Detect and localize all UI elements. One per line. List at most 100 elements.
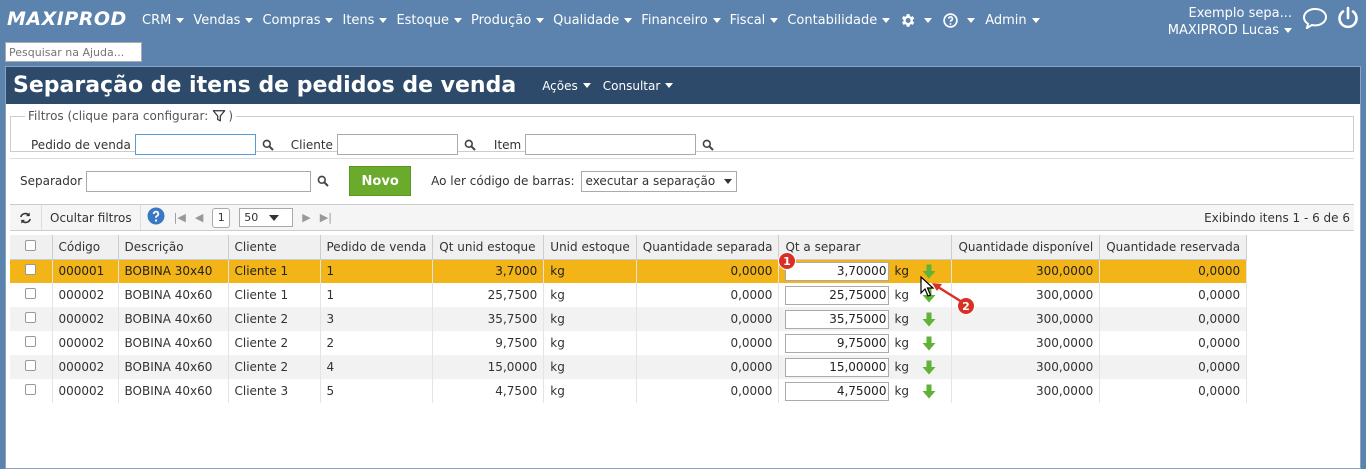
qt-a-separar-input[interactable] <box>785 333 890 353</box>
menu-label: CRM <box>142 13 172 28</box>
page-number[interactable]: 1 <box>212 207 231 228</box>
power-icon[interactable] <box>1336 6 1360 30</box>
col-descricao[interactable]: Descrição <box>118 235 229 260</box>
row-select-cell[interactable] <box>10 355 53 379</box>
col-qt-disponivel[interactable]: Quantidade disponível <box>951 235 1101 260</box>
row-checkbox[interactable] <box>25 312 37 323</box>
menu-qualidade[interactable]: Qualidade <box>553 13 633 28</box>
menu-contabilidade[interactable]: Contabilidade <box>787 13 891 28</box>
table-row[interactable]: 000001 BOBINA 30x40 Cliente 1 1 3,7000 kg 0,00… <box>10 259 1248 283</box>
col-codigo[interactable]: Código <box>52 235 119 260</box>
table-row[interactable]: 000002 BOBINA 40x60 Cliente 2 3 35,7500 kg 0,0… <box>10 307 1248 331</box>
filter-icon[interactable] <box>212 109 226 123</box>
menu-label: Estoque <box>396 13 449 28</box>
row-select-cell[interactable] <box>10 283 53 307</box>
last-page-icon[interactable]: ▶| <box>320 211 332 224</box>
next-page-icon[interactable]: ▶ <box>302 211 310 224</box>
novo-button[interactable]: Novo <box>349 166 412 196</box>
row-checkbox[interactable] <box>25 384 37 395</box>
menu-admin[interactable]: Admin <box>985 13 1040 28</box>
pedido-input[interactable] <box>134 134 256 155</box>
qt-a-separar-input[interactable] <box>785 357 890 377</box>
menu-estoque[interactable]: Estoque <box>396 13 462 28</box>
separate-arrow-icon[interactable] <box>922 360 936 375</box>
row-select-cell[interactable] <box>10 307 53 331</box>
cell-pedido: 5 <box>320 379 434 403</box>
separador-input[interactable] <box>86 170 312 192</box>
separate-arrow-icon[interactable] <box>922 312 936 327</box>
cell-qt-disponivel: 300,0000 <box>951 307 1101 331</box>
row-checkbox[interactable] <box>25 288 37 299</box>
menu-financeiro[interactable]: Financeiro <box>641 13 721 28</box>
table-row[interactable]: 000002 BOBINA 40x60 Cliente 1 1 25,7500 kg 0,0… <box>10 283 1248 307</box>
cell-qt-reservada: 0,0000 <box>1099 283 1248 307</box>
row-select-cell[interactable] <box>10 259 53 283</box>
brand-logo[interactable]: MAXIPROD <box>7 8 127 30</box>
help-icon[interactable] <box>147 207 165 228</box>
cliente-input[interactable] <box>336 134 458 155</box>
prev-page-icon[interactable]: ◀ <box>195 211 203 224</box>
menu-producao[interactable]: Produção <box>471 13 545 28</box>
row-checkbox[interactable] <box>25 360 37 371</box>
col-pedido[interactable]: Pedido de venda <box>320 235 434 260</box>
items-table: Código Descrição Cliente Pedido de venda… <box>10 235 1248 403</box>
filters-legend[interactable]: Filtros (clique para configurar: ) <box>25 109 236 123</box>
cell-codigo: 000002 <box>52 355 119 379</box>
menu-vendas[interactable]: Vendas <box>193 13 254 28</box>
separate-arrow-icon[interactable] <box>922 384 936 399</box>
select-all-checkbox[interactable] <box>25 239 37 251</box>
menu-label: Consultar <box>602 78 661 93</box>
cliente-label: Cliente <box>290 137 333 152</box>
separate-arrow-icon[interactable] <box>922 336 936 351</box>
col-unid-estoque[interactable]: Unid estoque <box>543 235 637 260</box>
settings-menu[interactable] <box>899 12 933 29</box>
first-page-icon[interactable]: |◀ <box>174 211 186 224</box>
qt-a-separar-input[interactable] <box>785 309 890 329</box>
menu-itens[interactable]: Itens <box>342 13 388 28</box>
cell-descricao: BOBINA 30x40 <box>118 259 229 283</box>
col-qt-separada[interactable]: Quantidade separada <box>636 235 780 260</box>
user-info[interactable]: Exemplo sepa... MAXIPROD Lucas <box>1168 5 1292 39</box>
menu-fiscal[interactable]: Fiscal <box>730 13 779 28</box>
search-icon[interactable] <box>702 139 714 151</box>
hide-filters-button[interactable]: Ocultar filtros <box>42 205 141 230</box>
qt-a-separar-input[interactable] <box>785 261 890 281</box>
chat-icon[interactable] <box>1302 7 1328 29</box>
menu-label: Admin <box>985 13 1027 28</box>
qt-unit: kg <box>894 336 910 350</box>
search-icon[interactable] <box>317 175 329 187</box>
caret-down-icon <box>770 18 779 23</box>
row-checkbox[interactable] <box>25 264 37 276</box>
help-search-input[interactable] <box>5 42 142 62</box>
table-row[interactable]: 000002 BOBINA 40x60 Cliente 3 5 4,7500 kg 0,00… <box>10 379 1248 403</box>
help-menu[interactable] <box>942 12 976 29</box>
barcode-action-select[interactable]: executar a separação <box>580 170 737 192</box>
acoes-menu[interactable]: Ações <box>542 79 591 93</box>
search-icon[interactable] <box>464 139 476 151</box>
cell-cliente: Cliente 3 <box>228 379 321 403</box>
menu-crm[interactable]: CRM <box>142 13 185 28</box>
row-checkbox[interactable] <box>25 336 37 347</box>
col-cliente[interactable]: Cliente <box>228 235 321 260</box>
page-size-select[interactable]: 50 <box>239 208 294 227</box>
qt-a-separar-input[interactable] <box>785 381 890 401</box>
menu-compras[interactable]: Compras <box>262 13 334 28</box>
row-select-cell[interactable] <box>10 379 53 403</box>
caret-down-icon <box>325 18 334 23</box>
cell-unid-estoque: kg <box>543 379 637 403</box>
qt-a-separar-input[interactable] <box>785 285 890 305</box>
col-qt-a-separar[interactable]: Qt a separar <box>778 235 953 260</box>
col-qt-unid-estoque[interactable]: Qt unid estoque <box>432 235 545 260</box>
select-all-header[interactable] <box>10 235 53 260</box>
cell-cliente: Cliente 1 <box>228 259 321 283</box>
row-select-cell[interactable] <box>10 331 53 355</box>
item-input[interactable] <box>525 134 697 155</box>
refresh-button[interactable] <box>10 205 42 230</box>
cell-qt-separada: 0,0000 <box>636 307 780 331</box>
col-qt-reservada[interactable]: Quantidade reservada <box>1099 235 1248 260</box>
cell-qt-separada: 0,0000 <box>636 379 780 403</box>
consultar-menu[interactable]: Consultar <box>603 79 674 93</box>
table-row[interactable]: 000002 BOBINA 40x60 Cliente 2 2 9,7500 kg 0,00… <box>10 331 1248 355</box>
table-row[interactable]: 000002 BOBINA 40x60 Cliente 2 4 15,0000 kg 0,0… <box>10 355 1248 379</box>
search-icon[interactable] <box>262 139 274 151</box>
